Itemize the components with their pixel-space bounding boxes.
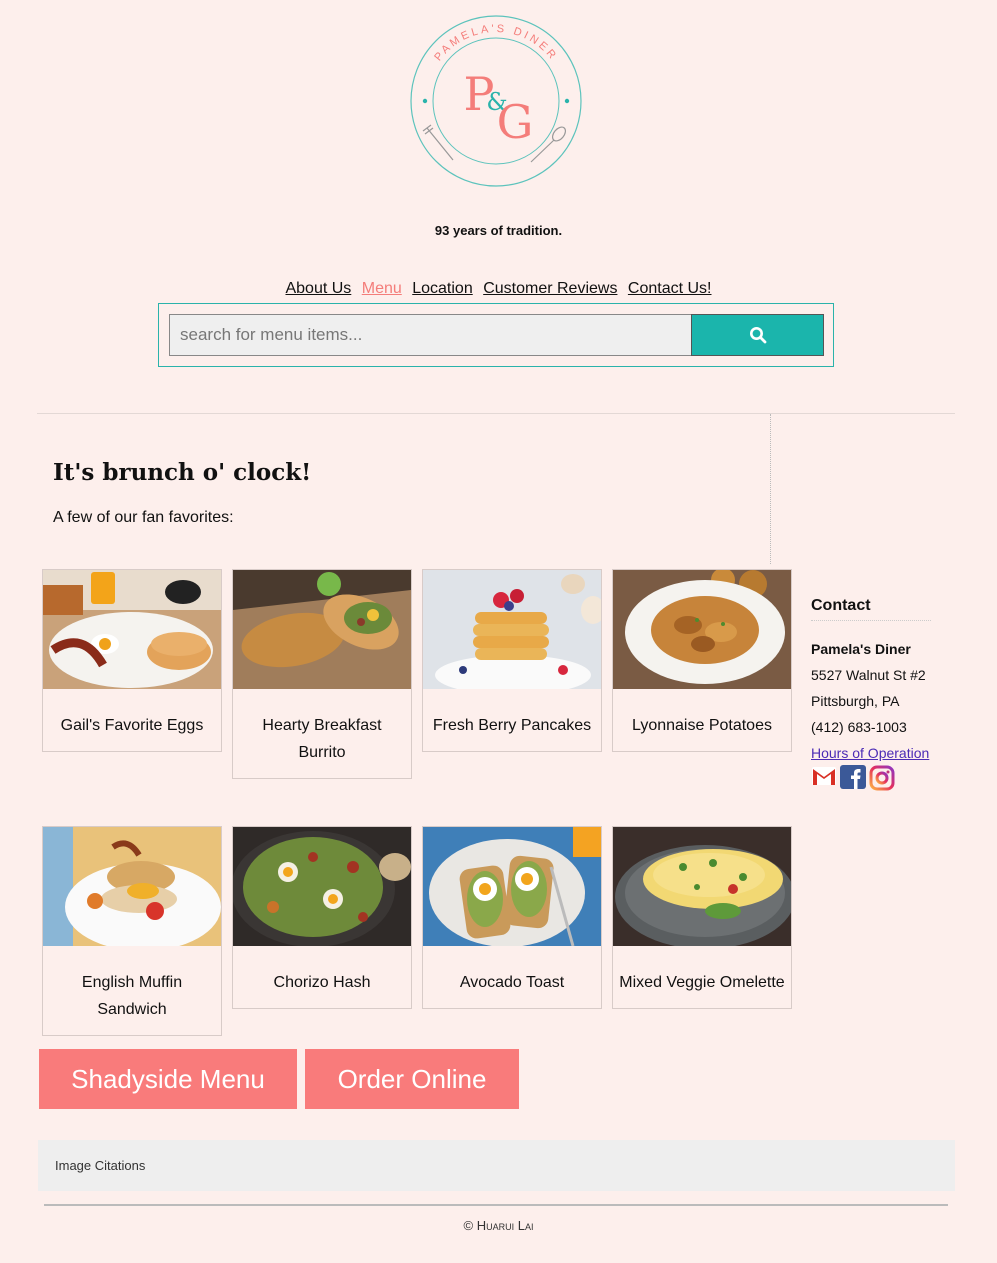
menu-card-label: Fresh Berry Pancakes xyxy=(432,717,592,734)
logo-monogram-g: G xyxy=(497,95,534,149)
nav-contact-us[interactable]: Contact Us! xyxy=(628,280,712,297)
search-button[interactable] xyxy=(691,314,824,356)
menu-card-avocado-toast[interactable]: Avocado Toast xyxy=(422,826,602,1009)
shadyside-menu-button[interactable]: Shadyside Menu xyxy=(39,1049,297,1109)
search-input[interactable] xyxy=(169,314,692,356)
food-photo-omelette xyxy=(613,827,791,946)
page-subhead: A few of our fan favorites: xyxy=(53,509,234,526)
menu-card-label: Avocado Toast xyxy=(459,974,565,991)
menu-card-hearty-breakfast-burrito[interactable]: Hearty Breakfast Burrito xyxy=(232,569,412,779)
nav-location[interactable]: Location xyxy=(412,280,473,297)
section-divider xyxy=(37,413,955,414)
menu-card-chorizo-hash[interactable]: Chorizo Hash xyxy=(232,826,412,1009)
nav-customer-reviews[interactable]: Customer Reviews xyxy=(483,280,617,297)
main-nav: About Us Menu Location Customer Reviews … xyxy=(0,280,997,298)
contact-sidebar: Contact Pamela's Diner 5527 Walnut St #2… xyxy=(811,597,931,791)
image-citations[interactable]: Image Citations xyxy=(38,1140,955,1191)
gmail-icon[interactable] xyxy=(811,765,837,787)
nav-about-us[interactable]: About Us xyxy=(285,280,351,297)
food-photo-pancakes xyxy=(423,570,601,689)
menu-card-lyonnaise-potatoes[interactable]: Lyonnaise Potatoes xyxy=(612,569,792,752)
image-citations-label: Image Citations xyxy=(55,1158,146,1173)
food-photo-eggs xyxy=(43,570,221,689)
contact-phone: (412) 683-1003 xyxy=(811,719,907,735)
order-online-button[interactable]: Order Online xyxy=(305,1049,519,1109)
hours-of-operation-link[interactable]: Hours of Operation xyxy=(811,745,931,761)
search-bar xyxy=(158,303,834,367)
menu-card-fresh-berry-pancakes[interactable]: Fresh Berry Pancakes xyxy=(422,569,602,752)
tagline: 93 years of tradition. xyxy=(434,223,563,238)
nav-menu[interactable]: Menu xyxy=(362,280,402,297)
contact-street: 5527 Walnut St #2 xyxy=(811,667,926,683)
footer-divider xyxy=(44,1204,948,1206)
menu-card-gails-favorite-eggs[interactable]: Gail's Favorite Eggs xyxy=(42,569,222,752)
menu-card-label: Chorizo Hash xyxy=(273,974,371,991)
food-photo-muffin-sandwich xyxy=(43,827,221,946)
contact-city: Pittsburgh, PA xyxy=(811,693,900,709)
menu-card-label: Mixed Veggie Omelette xyxy=(619,974,785,991)
menu-card-mixed-veggie-omelette[interactable]: Mixed Veggie Omelette xyxy=(612,826,792,1009)
instagram-icon[interactable] xyxy=(869,765,895,791)
food-photo-chorizo-hash xyxy=(233,827,411,946)
contact-name: Pamela's Diner xyxy=(811,641,911,657)
column-divider xyxy=(770,414,771,564)
menu-card-label: Gail's Favorite Eggs xyxy=(60,717,204,734)
copyright: © Huarui Lai xyxy=(463,1218,534,1233)
menu-card-label: Lyonnaise Potatoes xyxy=(632,717,772,734)
social-links xyxy=(811,765,931,791)
facebook-icon[interactable] xyxy=(840,765,866,789)
logo: PAMELA'S DINER P & G xyxy=(405,10,587,192)
search-icon xyxy=(749,327,766,344)
logo-emblem: PAMELA'S DINER P & G xyxy=(410,15,582,187)
food-photo-potatoes xyxy=(613,570,791,689)
food-photo-avocado-toast xyxy=(423,827,601,946)
menu-card-english-muffin-sandwich[interactable]: English Muffin Sandwich xyxy=(42,826,222,1036)
menu-card-label: English Muffin Sandwich xyxy=(81,974,183,1018)
page-headline: It's brunch o' clock! xyxy=(53,459,312,486)
contact-title: Contact xyxy=(811,597,931,621)
food-photo-burrito xyxy=(233,570,411,689)
menu-card-label: Hearty Breakfast Burrito xyxy=(262,717,382,761)
spoon-icon xyxy=(530,126,567,163)
